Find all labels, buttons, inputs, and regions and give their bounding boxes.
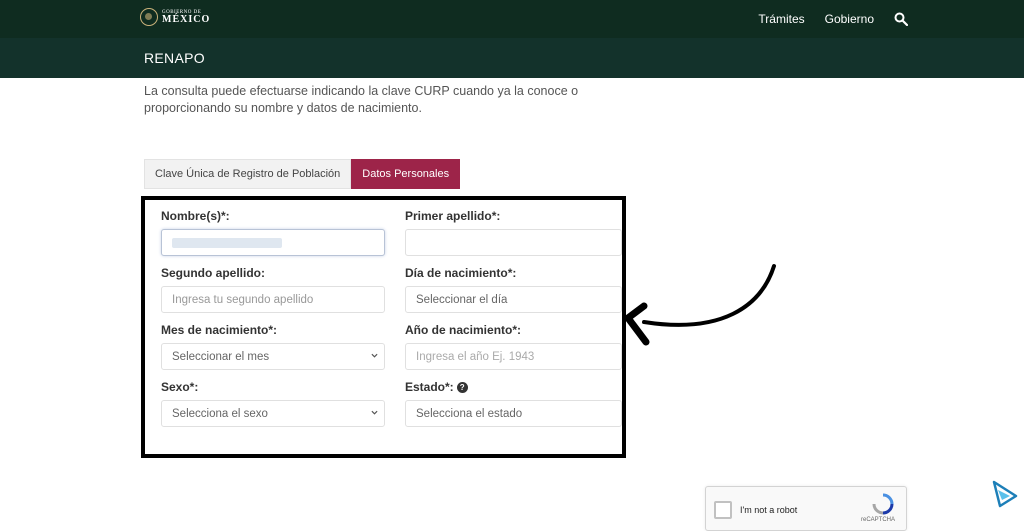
- gobierno-mexico-logo[interactable]: GOBIERNO DE MÉXICO: [140, 8, 210, 26]
- question-info-icon[interactable]: ?: [456, 382, 468, 394]
- dia-nacimiento-select[interactable]: Seleccionar el día: [405, 286, 622, 313]
- search-mode-tabs: Clave Única de Registro de Población Dat…: [144, 159, 461, 189]
- segundo-apellido-label: Segundo apellido:: [161, 266, 265, 280]
- page-section-title: RENAPO: [144, 50, 205, 66]
- sexo-select[interactable]: Selecciona el sexo: [161, 400, 385, 427]
- national-seal-icon: [140, 8, 158, 26]
- recaptcha-label: I'm not a robot: [740, 505, 798, 515]
- anio-nacimiento-label: Año de nacimiento*:: [405, 323, 522, 337]
- chevron-down-icon: [371, 410, 378, 415]
- annotation-arrow-icon: [626, 264, 776, 346]
- sub-header: RENAPO: [0, 38, 1024, 78]
- recaptcha-brand: reCAPTCHA: [861, 517, 896, 523]
- recaptcha-logo-icon: [872, 493, 894, 515]
- estado-label: Estado*:?: [405, 380, 468, 394]
- estado-label-text: Estado*:: [405, 380, 454, 394]
- primer-apellido-label: Primer apellido*:: [405, 209, 501, 223]
- nav-gobierno[interactable]: Gobierno: [825, 12, 874, 26]
- logo-text-big: MÉXICO: [162, 13, 211, 25]
- top-navbar: GOBIERNO DE MÉXICO Trámites Gobierno: [0, 0, 1024, 38]
- sexo-value: Selecciona el sexo: [172, 407, 268, 420]
- personal-data-form: Nombre(s)*: Primer apellido*: Segundo ap…: [141, 196, 626, 458]
- search-icon[interactable]: [894, 12, 909, 27]
- nombre-value-redacted: [172, 237, 282, 248]
- tab-curp[interactable]: Clave Única de Registro de Población: [144, 159, 352, 189]
- tab-datos-personales[interactable]: Datos Personales: [351, 159, 461, 189]
- nombre-label: Nombre(s)*:: [161, 209, 230, 223]
- estado-select[interactable]: Selecciona el estado: [405, 400, 622, 427]
- dia-nacimiento-value: Seleccionar el día: [416, 293, 508, 306]
- anio-nacimiento-input[interactable]: Ingresa el año Ej. 1943: [405, 343, 622, 370]
- mes-nacimiento-select[interactable]: Seleccionar el mes: [161, 343, 385, 370]
- anio-nacimiento-placeholder: Ingresa el año Ej. 1943: [416, 350, 535, 363]
- recaptcha-checkbox[interactable]: [714, 501, 732, 519]
- recaptcha-widget: I'm not a robot reCAPTCHA: [705, 486, 907, 531]
- nombre-input[interactable]: [161, 229, 385, 256]
- nav-tramites[interactable]: Trámites: [758, 12, 804, 26]
- main-nav: Trámites Gobierno: [758, 12, 909, 27]
- intro-text: La consulta puede efectuarse indicando l…: [144, 84, 579, 115]
- corner-brand-logo-icon: [992, 480, 1018, 508]
- segundo-apellido-input[interactable]: Ingresa tu segundo apellido: [161, 286, 385, 313]
- dia-nacimiento-label: Día de nacimiento*:: [405, 266, 517, 280]
- segundo-apellido-placeholder: Ingresa tu segundo apellido: [172, 293, 314, 306]
- mes-nacimiento-label: Mes de nacimiento*:: [161, 323, 278, 337]
- estado-value: Selecciona el estado: [416, 407, 523, 420]
- chevron-down-icon: [371, 353, 378, 358]
- primer-apellido-input[interactable]: [405, 229, 622, 256]
- mes-nacimiento-value: Seleccionar el mes: [172, 350, 270, 363]
- sexo-label: Sexo*:: [161, 380, 199, 394]
